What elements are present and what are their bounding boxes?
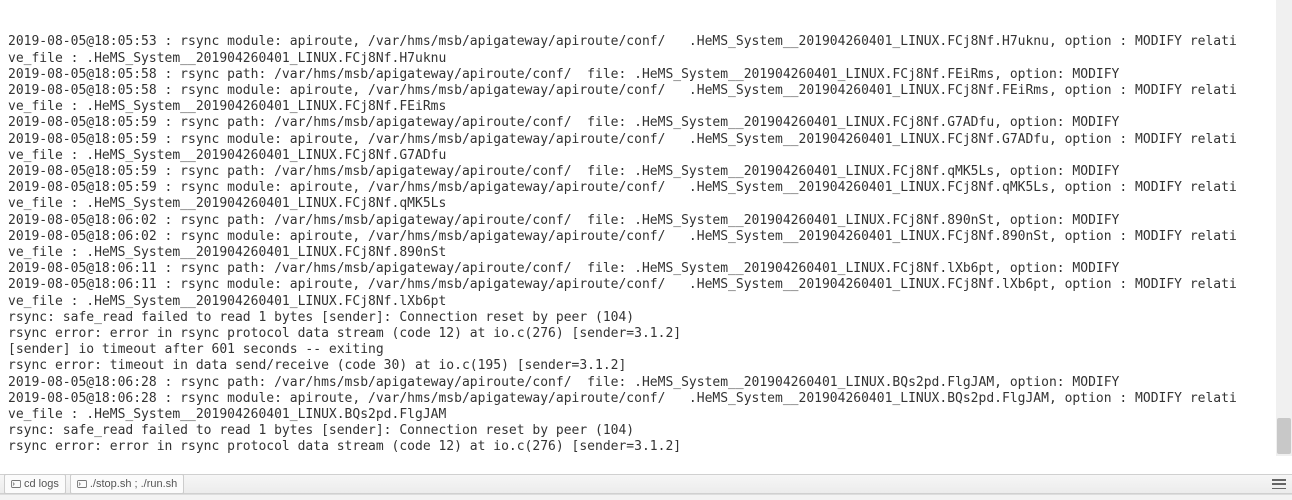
quick-command-cd-logs[interactable]: cd logs	[4, 474, 66, 494]
log-line: 2019-08-05@18:05:53 : rsync module: apir…	[8, 34, 1284, 50]
log-line: 2019-08-05@18:05:59 : rsync module: apir…	[8, 180, 1284, 196]
terminal-icon	[77, 480, 87, 488]
log-line: ve_file : .HeMS_System__201904260401_LIN…	[8, 148, 1284, 164]
log-line: rsync: safe_read failed to read 1 bytes …	[8, 310, 1284, 326]
hamburger-icon[interactable]	[1272, 479, 1286, 489]
log-line: ve_file : .HeMS_System__201904260401_LIN…	[8, 99, 1284, 115]
log-line: 2019-08-05@18:06:11 : rsync module: apir…	[8, 277, 1284, 293]
terminal-icon	[11, 480, 21, 488]
log-line: 2019-08-05@18:05:59 : rsync path: /var/h…	[8, 115, 1284, 131]
vertical-scrollbar[interactable]	[1276, 0, 1292, 456]
log-line: ve_file : .HeMS_System__201904260401_LIN…	[8, 196, 1284, 212]
quick-command-label: ./stop.sh ; ./run.sh	[90, 476, 177, 492]
log-line: rsync error: timeout in data send/receiv…	[8, 358, 1284, 374]
log-line: ve_file : .HeMS_System__201904260401_LIN…	[8, 294, 1284, 310]
log-line: [sender] io timeout after 601 seconds --…	[8, 342, 1284, 358]
log-line: 2019-08-05@18:05:59 : rsync path: /var/h…	[8, 164, 1284, 180]
bottom-strip	[0, 494, 1292, 500]
log-line: ve_file : .HeMS_System__201904260401_LIN…	[8, 51, 1284, 67]
quick-command-label: cd logs	[24, 476, 59, 492]
log-line: 2019-08-05@18:06:11 : rsync path: /var/h…	[8, 261, 1284, 277]
scrollbar-thumb[interactable]	[1277, 418, 1291, 454]
log-line: 2019-08-05@18:06:02 : rsync module: apir…	[8, 229, 1284, 245]
log-line: ve_file : .HeMS_System__201904260401_LIN…	[8, 245, 1284, 261]
log-line: 2019-08-05@18:06:28 : rsync path: /var/h…	[8, 375, 1284, 391]
log-line: 2019-08-05@18:05:58 : rsync path: /var/h…	[8, 67, 1284, 83]
log-line: 2019-08-05@18:06:28 : rsync module: apir…	[8, 391, 1284, 407]
terminal-output[interactable]: 2019-08-05@18:05:53 : rsync module: apir…	[0, 0, 1292, 456]
bottom-command-bar: cd logs ./stop.sh ; ./run.sh	[0, 474, 1292, 494]
log-line: ve_file : .HeMS_System__201904260401_LIN…	[8, 407, 1284, 423]
log-line: 2019-08-05@18:05:58 : rsync module: apir…	[8, 83, 1284, 99]
quick-command-stop-run[interactable]: ./stop.sh ; ./run.sh	[70, 474, 184, 494]
log-line: 2019-08-05@18:05:59 : rsync module: apir…	[8, 132, 1284, 148]
log-line: 2019-08-05@18:06:02 : rsync path: /var/h…	[8, 213, 1284, 229]
log-line: rsync: safe_read failed to read 1 bytes …	[8, 423, 1284, 439]
log-line: rsync error: error in rsync protocol dat…	[8, 326, 1284, 342]
log-line: rsync error: error in rsync protocol dat…	[8, 439, 1284, 455]
